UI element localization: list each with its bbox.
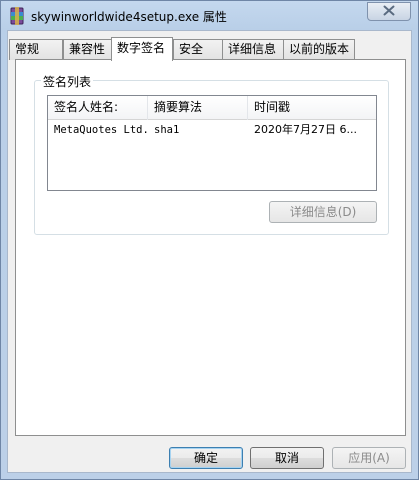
column-header-signer-name[interactable]: 签名人姓名: <box>48 96 148 120</box>
listview-header: 签名人姓名: 摘要算法 时间戳 <box>48 96 376 120</box>
tab-security[interactable]: 安全 <box>173 39 223 60</box>
signature-list-legend: 签名列表 <box>41 73 94 90</box>
signer-name-cell: MetaQuotes Ltd. <box>54 124 148 136</box>
tab-details[interactable]: 详细信息 <box>222 39 284 60</box>
tab-digital-signatures[interactable]: 数字签名 <box>111 37 173 61</box>
tab-previous-versions[interactable]: 以前的版本 <box>283 39 355 60</box>
table-row[interactable]: MetaQuotes Ltd. sha1 2020年7月27日 6... <box>48 120 376 140</box>
title-bar[interactable]: skywinworldwide4setup.exe 属性 <box>1 1 418 31</box>
close-icon <box>383 5 395 19</box>
ok-button[interactable]: 确定 <box>169 447 243 469</box>
window-title: skywinworldwide4setup.exe 属性 <box>31 10 227 24</box>
timestamp-cell: 2020年7月27日 6... <box>254 123 357 136</box>
apply-button[interactable]: 应用(A) <box>332 447 406 469</box>
tab-general[interactable]: 常规 <box>9 39 63 60</box>
cancel-button[interactable]: 取消 <box>250 447 324 469</box>
tab-panel-digital-signatures: 签名列表 签名人姓名: 摘要算法 时间戳 MetaQuotes Ltd. sha… <box>15 59 406 436</box>
close-button[interactable] <box>367 2 411 21</box>
details-button[interactable]: 详细信息(D) <box>269 201 377 223</box>
signature-listview[interactable]: 签名人姓名: 摘要算法 时间戳 MetaQuotes Ltd. sha1 202… <box>47 95 377 191</box>
tab-strip: 常规 兼容性 数字签名 安全 详细信息 以前的版本 <box>9 37 409 61</box>
winrar-package-icon <box>9 6 25 26</box>
digest-algorithm-cell: sha1 <box>154 124 180 136</box>
properties-window: skywinworldwide4setup.exe 属性 常规 兼容性 数字签名… <box>0 0 419 480</box>
signature-list-group: 签名列表 签名人姓名: 摘要算法 时间戳 MetaQuotes Ltd. sha… <box>34 73 389 235</box>
column-header-digest-algorithm[interactable]: 摘要算法 <box>148 96 248 120</box>
dialog-button-bar: 确定 取消 应用(A) <box>1 436 418 473</box>
tab-compatibility[interactable]: 兼容性 <box>63 39 112 60</box>
column-header-timestamp[interactable]: 时间戳 <box>248 96 376 120</box>
